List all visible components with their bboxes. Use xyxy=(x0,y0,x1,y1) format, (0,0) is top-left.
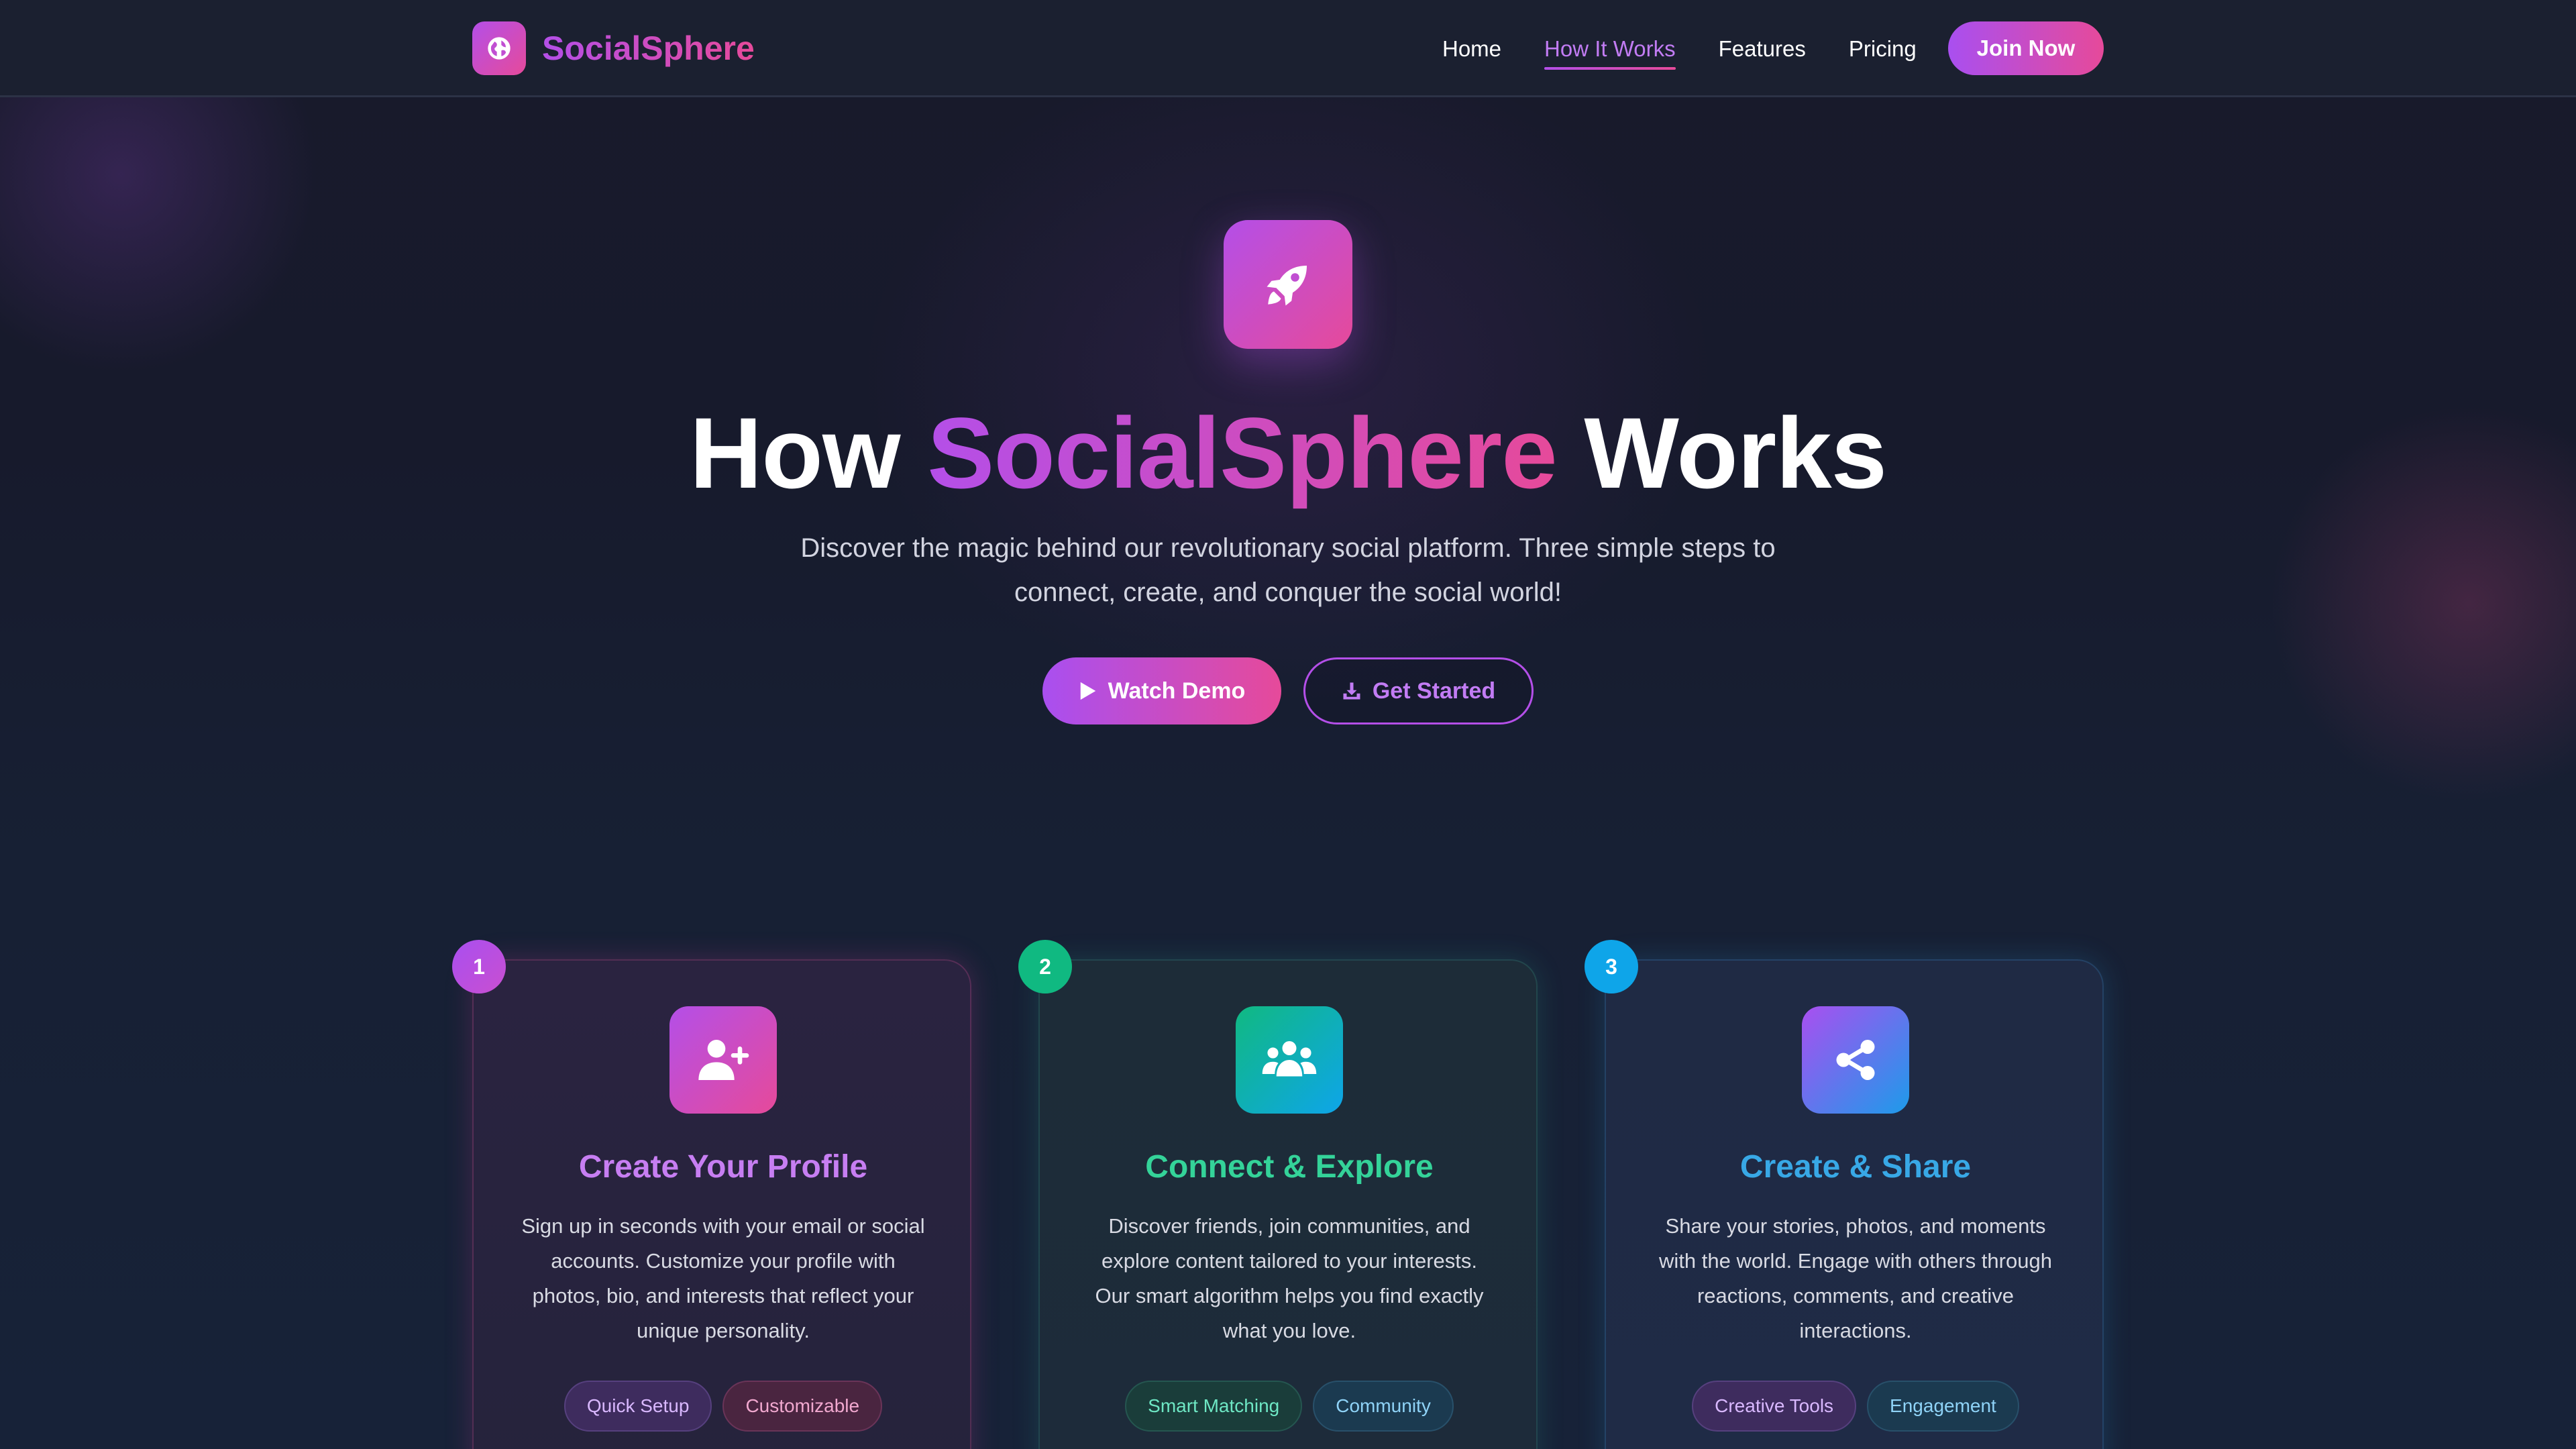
step-tags: Smart Matching Community xyxy=(1040,1381,1539,1432)
step-description: Share your stories, photos, and moments … xyxy=(1659,1214,2052,1342)
join-now-button[interactable]: Join Now xyxy=(1948,21,2104,75)
nav-link-features[interactable]: Features xyxy=(1719,36,1806,62)
step-number-badge-2: 2 xyxy=(1018,940,1072,994)
top-navbar: SocialSphere Home How It Works Features … xyxy=(0,0,2576,97)
download-icon xyxy=(1343,682,1360,700)
nav-link-home[interactable]: Home xyxy=(1442,36,1501,62)
tag-customizable: Customizable xyxy=(722,1381,883,1432)
step-card-2: Connect & Explore Discover friends, join… xyxy=(1038,959,1538,1449)
step-title: Connect & Explore xyxy=(1145,1149,1434,1185)
step-description: Discover friends, join communities, and … xyxy=(1095,1214,1484,1342)
users-icon xyxy=(1236,1006,1343,1114)
watch-demo-button[interactable]: Watch Demo xyxy=(1042,657,1281,724)
step-card-1: Create Your Profile Sign up in seconds w… xyxy=(472,959,971,1449)
rocket-icon xyxy=(1224,220,1352,349)
tag-community: Community xyxy=(1313,1381,1454,1432)
tag-creative-tools: Creative Tools xyxy=(1692,1381,1857,1432)
nav-link-pricing[interactable]: Pricing xyxy=(1849,36,1917,62)
tag-engagement: Engagement xyxy=(1867,1381,2019,1432)
step-tags: Quick Setup Customizable xyxy=(474,1381,973,1432)
step-tags: Creative Tools Engagement xyxy=(1606,1381,2105,1432)
nav-link-how-it-works[interactable]: How It Works xyxy=(1544,36,1676,70)
user-plus-icon xyxy=(669,1006,777,1114)
globe-icon xyxy=(472,21,526,75)
tag-smart-matching: Smart Matching xyxy=(1125,1381,1303,1432)
tag-quick-setup: Quick Setup xyxy=(564,1381,712,1432)
watch-demo-label: Watch Demo xyxy=(1108,678,1246,704)
step-number-badge-3: 3 xyxy=(1585,940,1638,994)
title-prefix: How xyxy=(689,396,901,509)
title-suffix: Works xyxy=(1584,396,1887,509)
step-number-badge-1: 1 xyxy=(452,940,506,994)
step-title: Create Your Profile xyxy=(578,1149,868,1185)
step-description: Sign up in seconds with your email or so… xyxy=(521,1214,925,1342)
hero-subtitle: Discover the magic behind our revolution… xyxy=(800,533,1776,607)
step-title: Create & Share xyxy=(1739,1149,1972,1185)
play-icon xyxy=(1080,682,1095,700)
nav-links: Home How It Works Features Pricing xyxy=(1442,0,1960,97)
step-card-3: Create & Share Share your stories, photo… xyxy=(1605,959,2104,1449)
share-icon xyxy=(1802,1006,1909,1114)
title-highlight: SocialSphere xyxy=(927,396,1557,509)
get-started-label: Get Started xyxy=(1372,678,1496,704)
brand-logo[interactable]: SocialSphere xyxy=(472,21,755,75)
brand-name: SocialSphere xyxy=(542,30,755,67)
get-started-button[interactable]: Get Started xyxy=(1303,657,1534,724)
page-title: How SocialSphere Works xyxy=(0,396,2576,510)
